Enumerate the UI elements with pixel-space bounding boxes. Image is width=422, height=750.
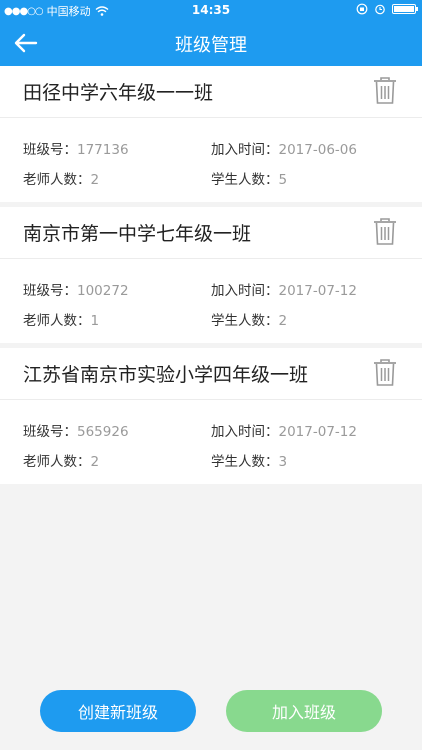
class-name: 田径中学六年级一一班 bbox=[23, 82, 214, 104]
class-card[interactable]: 南京市第一中学七年级一班 班级号：100272 加入时间：2017-07-12 … bbox=[0, 207, 422, 343]
teacher-count: 老师人数：1 bbox=[23, 313, 100, 329]
class-name: 南京市第一中学七年级一班 bbox=[23, 223, 252, 245]
trash-icon bbox=[374, 218, 396, 245]
class-number: 班级号：565926 bbox=[23, 424, 129, 440]
page-title: 班级管理 bbox=[175, 35, 247, 56]
student-count: 学生人数：5 bbox=[211, 172, 288, 188]
delete-button[interactable] bbox=[372, 217, 398, 247]
class-card[interactable]: 江苏省南京市实验小学四年级一班 班级号：565926 加入时间：2017-07-… bbox=[0, 348, 422, 484]
delete-button[interactable] bbox=[372, 76, 398, 106]
orientation-lock-icon bbox=[356, 3, 368, 15]
trash-icon bbox=[374, 77, 396, 104]
join-class-button[interactable]: 加入班级 bbox=[226, 690, 382, 732]
status-bar: ●●●○○ 中国移动 14:35 bbox=[0, 0, 422, 20]
class-card[interactable]: 田径中学六年级一一班 班级号：177136 加入时间：2017-06-06 老师… bbox=[0, 66, 422, 202]
teacher-count: 老师人数：2 bbox=[23, 172, 100, 188]
class-number: 班级号：177136 bbox=[23, 142, 129, 158]
student-count: 学生人数：2 bbox=[211, 313, 288, 329]
nav-bar: 班级管理 bbox=[0, 20, 422, 66]
alarm-icon bbox=[375, 4, 385, 15]
class-name: 江苏省南京市实验小学四年级一班 bbox=[23, 364, 309, 386]
join-time: 加入时间：2017-07-12 bbox=[211, 424, 357, 440]
student-count: 学生人数：3 bbox=[211, 454, 288, 470]
class-number: 班级号：100272 bbox=[23, 283, 129, 299]
join-time: 加入时间：2017-07-12 bbox=[211, 283, 357, 299]
create-class-button[interactable]: 创建新班级 bbox=[40, 690, 196, 732]
teacher-count: 老师人数：2 bbox=[23, 454, 100, 470]
join-time: 加入时间：2017-06-06 bbox=[211, 142, 357, 158]
delete-button[interactable] bbox=[372, 358, 398, 388]
top-bar: ●●●○○ 中国移动 14:35 班级管理 bbox=[0, 0, 422, 66]
battery-icon bbox=[392, 4, 418, 14]
trash-icon bbox=[374, 359, 396, 386]
